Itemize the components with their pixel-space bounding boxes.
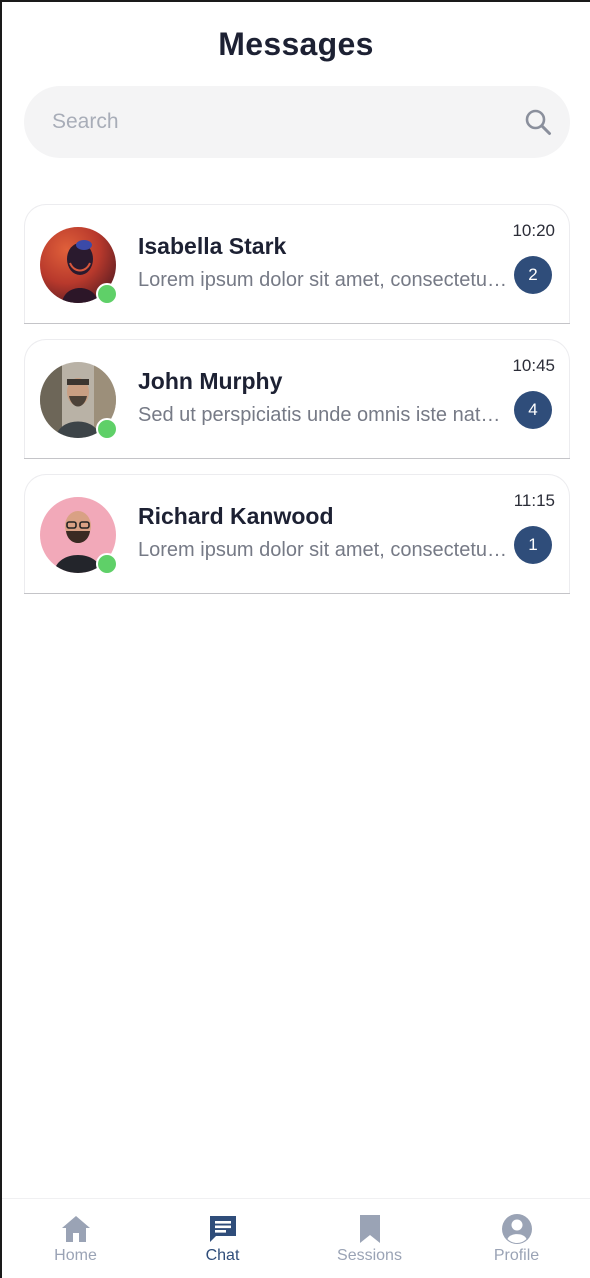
contact-name: Isabella Stark [138, 233, 287, 259]
online-status-indicator [96, 283, 118, 305]
message-time: 10:45 [512, 356, 555, 375]
avatar-container [40, 362, 118, 440]
online-status-indicator [96, 418, 118, 440]
message-time: 11:15 [513, 491, 555, 510]
contact-name: Richard Kanwood [138, 503, 334, 529]
contact-name: John Murphy [138, 368, 283, 394]
page-title: Messages [218, 26, 374, 62]
bookmark-icon [354, 1213, 386, 1245]
unread-count-badge: 4 [514, 391, 552, 429]
avatar-container [40, 497, 118, 575]
nav-item-sessions[interactable]: Sessions [296, 1199, 443, 1278]
profile-icon [501, 1213, 533, 1245]
chat-list-item[interactable]: John Murphy Sed ut perspiciatis unde omn… [24, 339, 570, 459]
unread-count-badge: 2 [514, 256, 552, 294]
message-preview: Lorem ipsum dolor sit amet, consectetur … [138, 269, 508, 291]
unread-count-badge: 1 [514, 526, 552, 564]
message-preview: Sed ut perspiciatis unde omnis iste natu… [138, 404, 508, 426]
chat-list: Isabella Stark Lorem ipsum dolor sit ame… [24, 204, 570, 609]
nav-item-home[interactable]: Home [2, 1199, 149, 1278]
nav-label-home: Home [54, 1247, 97, 1264]
online-status-indicator [96, 553, 118, 575]
chat-list-item[interactable]: Richard Kanwood Lorem ipsum dolor sit am… [24, 474, 570, 594]
bottom-navigation: Home Chat Sessions Profile [2, 1198, 590, 1278]
avatar-container [40, 227, 118, 305]
nav-label-profile: Profile [493, 1247, 540, 1264]
search-input[interactable] [52, 86, 492, 158]
chat-list-item[interactable]: Isabella Stark Lorem ipsum dolor sit ame… [24, 204, 570, 324]
message-time: 10:20 [512, 221, 555, 240]
nav-item-profile[interactable]: Profile [443, 1199, 590, 1278]
nav-item-chat[interactable]: Chat [149, 1199, 296, 1278]
chat-icon [207, 1213, 239, 1245]
messages-screen: Messages Search Isabella Stark Lorem ips… [0, 0, 590, 1278]
search-bar[interactable] [24, 86, 570, 158]
home-icon [60, 1213, 92, 1245]
nav-label-sessions: Sessions [337, 1247, 402, 1264]
message-preview: Lorem ipsum dolor sit amet, consectetur … [138, 539, 508, 561]
nav-label-chat: Chat [205, 1247, 240, 1264]
search-icon[interactable] [524, 108, 552, 136]
